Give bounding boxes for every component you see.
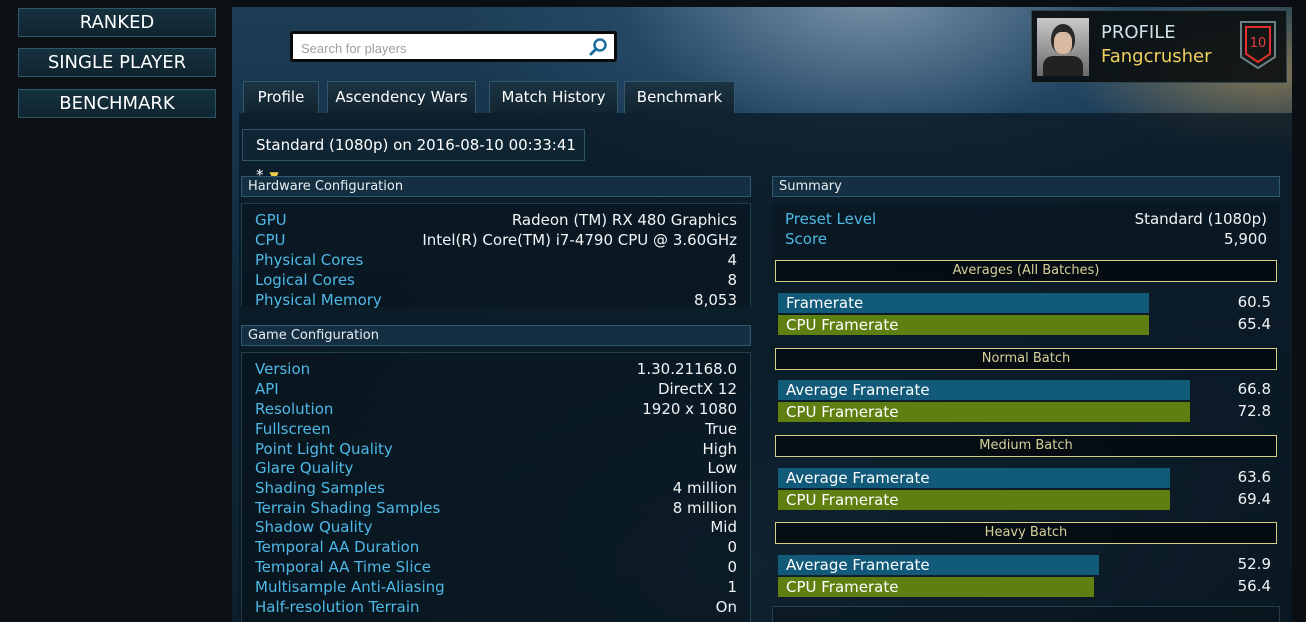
game-row: Glare Quality Low (255, 459, 737, 477)
summary-row: Preset Level Standard (1080p) (785, 210, 1267, 228)
profile-card[interactable]: PROFILE Fangcrusher 10 (1031, 10, 1287, 83)
avatar (1037, 18, 1089, 76)
search-input[interactable] (299, 37, 588, 59)
framerate-bar: Average Framerate (778, 380, 1190, 400)
normal-batch-header: Normal Batch (775, 348, 1277, 370)
summary-footer (772, 606, 1280, 622)
hardware-row: GPU Radeon (TM) RX 480 Graphics (255, 211, 737, 229)
framerate-value: 66.8 (1237, 380, 1271, 398)
medium-batch-header: Medium Batch (775, 435, 1277, 457)
game-row: Resolution 1920 x 1080 (255, 400, 737, 418)
summary-row: Score 5,900 (785, 230, 1267, 248)
game-section-title: Game Configuration (241, 325, 751, 346)
level-number: 10 (1250, 36, 1267, 51)
nav-ranked-button[interactable]: RANKED (18, 8, 216, 37)
hardware-table: GPU Radeon (TM) RX 480 Graphics CPU Intel(… (241, 203, 751, 309)
left-navigation: RANKED SINGLE PLAYER BENCHMARK (0, 0, 232, 622)
game-row: Half-resolution Terrain On (255, 598, 737, 616)
main-area: Profile Ascendency Wars Match History Be… (232, 7, 1292, 622)
benchmark-content: Standard (1080p) on 2016-08-10 00:33:41 … (239, 113, 1292, 622)
player-search (290, 31, 617, 62)
game-table: Version 1.30.21168.0 API DirectX 12 Resolu… (241, 352, 751, 622)
hardware-row: CPU Intel(R) Core(TM) i7-4790 CPU @ 3.60G… (255, 231, 737, 249)
game-row: Point Light Quality High (255, 440, 737, 458)
cpu-framerate-bar: CPU Framerate (778, 577, 1094, 597)
game-row: Shadow Quality Mid (255, 518, 737, 536)
game-row: Temporal AA Time Slice 0 (255, 558, 737, 576)
profile-title: PROFILE (1101, 22, 1176, 43)
cpu-framerate-bar: CPU Framerate (778, 402, 1190, 422)
averages-header: Averages (All Batches) (775, 260, 1277, 282)
summary-section-title: Summary (772, 176, 1280, 197)
heavy-batch-header: Heavy Batch (775, 522, 1277, 544)
game-row: Fullscreen True (255, 420, 737, 438)
benchmark-run-select[interactable]: Standard (1080p) on 2016-08-10 00:33:41 … (242, 129, 585, 184)
search-icon[interactable] (588, 37, 608, 57)
game-row: Terrain Shading Samples 8 million (255, 499, 737, 517)
hardware-row: Logical Cores 8 (255, 271, 737, 289)
tab-match-history[interactable]: Match History (489, 81, 618, 113)
cpu-framerate-bar: CPU Framerate (778, 315, 1149, 335)
game-row: Version 1.30.21168.0 (255, 360, 737, 378)
tab-profile[interactable]: Profile (243, 81, 319, 113)
framerate-bar: Framerate (778, 293, 1149, 313)
cpu-framerate-value: 69.4 (1237, 490, 1271, 508)
game-row: Multisample Anti-Aliasing 1 (255, 578, 737, 596)
level-badge-icon: 10 (1240, 21, 1276, 70)
framerate-value: 52.9 (1237, 555, 1271, 573)
profile-name: Fangcrusher (1101, 46, 1212, 67)
framerate-value: 60.5 (1237, 293, 1271, 311)
game-row: Temporal AA Duration 0 (255, 538, 737, 556)
nav-benchmark-button[interactable]: BENCHMARK (18, 89, 216, 118)
game-row: Shading Samples 4 million (255, 479, 737, 497)
hardware-row: Physical Memory 8,053 (255, 291, 737, 309)
framerate-value: 63.6 (1237, 468, 1271, 486)
tab-ascendency-wars[interactable]: Ascendency Wars (327, 81, 476, 113)
cpu-framerate-value: 65.4 (1237, 315, 1271, 333)
hardware-row: Physical Cores 4 (255, 251, 737, 269)
cpu-framerate-value: 72.8 (1237, 402, 1271, 420)
game-row: API DirectX 12 (255, 380, 737, 398)
nav-single-player-button[interactable]: SINGLE PLAYER (18, 48, 216, 77)
cpu-framerate-value: 56.4 (1237, 577, 1271, 595)
summary-table: Preset Level Standard (1080p) Score 5,900 (772, 203, 1280, 263)
framerate-bar: Average Framerate (778, 555, 1099, 575)
level-badge: 10 (1238, 19, 1278, 71)
tab-benchmark[interactable]: Benchmark (624, 81, 735, 113)
hardware-section-title: Hardware Configuration (241, 176, 751, 197)
cpu-framerate-bar: CPU Framerate (778, 490, 1170, 510)
framerate-bar: Average Framerate (778, 468, 1170, 488)
